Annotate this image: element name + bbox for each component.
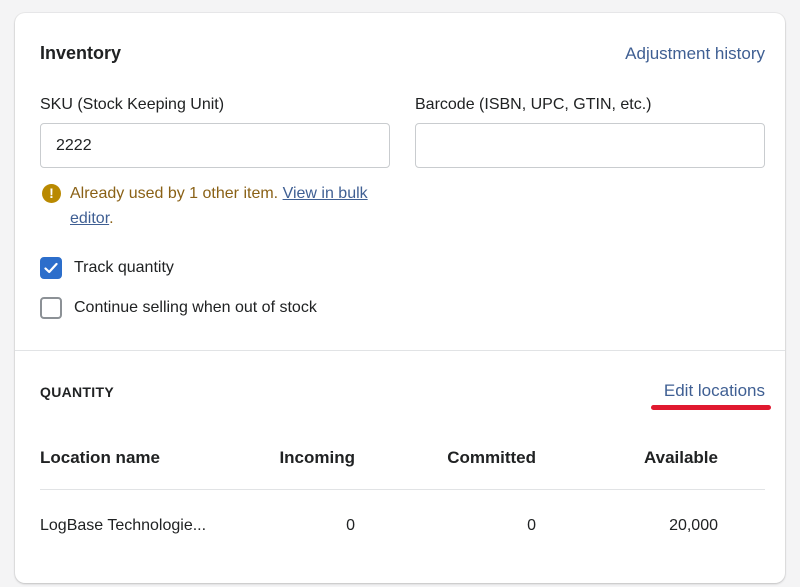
sku-input[interactable] — [40, 123, 390, 168]
column-header-incoming: Incoming — [279, 448, 355, 467]
committed-cell: 0 — [527, 517, 536, 534]
column-header-available: Available — [643, 448, 718, 467]
continue-selling-label: Continue selling when out of stock — [74, 299, 317, 316]
quantity-heading: QUANTITY — [40, 384, 114, 400]
track-quantity-checkbox[interactable] — [40, 257, 62, 279]
location-name-cell: LogBase Technologie... — [40, 517, 207, 534]
column-header-location: Location name — [40, 448, 160, 467]
inventory-card: Inventory Adjustment history SKU (Stock … — [15, 13, 785, 583]
continue-selling-checkbox-row[interactable]: Continue selling when out of stock — [40, 297, 317, 319]
adjustment-history-link[interactable]: Adjustment history — [625, 44, 765, 64]
available-quantity-link[interactable]: 20,000 — [669, 517, 718, 535]
incoming-cell: 0 — [346, 517, 355, 534]
sku-label: SKU (Stock Keeping Unit) — [40, 96, 225, 113]
warning-text: Already used by 1 other item. — [70, 185, 283, 202]
checkmark-icon — [44, 262, 58, 274]
exclamation-circle-icon: ! — [42, 184, 61, 203]
inventory-title: Inventory — [40, 43, 122, 63]
track-quantity-label: Track quantity — [74, 259, 174, 276]
warning-suffix: . — [109, 210, 114, 227]
sku-warning: ! Already used by 1 other item. View in … — [40, 181, 380, 231]
column-header-committed: Committed — [447, 448, 536, 467]
continue-selling-checkbox[interactable] — [40, 297, 62, 319]
annotation-underline — [651, 405, 771, 410]
edit-locations-link[interactable]: Edit locations — [664, 381, 765, 401]
barcode-label: Barcode (ISBN, UPC, GTIN, etc.) — [415, 96, 652, 113]
table-header-divider — [40, 489, 765, 490]
section-divider — [15, 350, 785, 351]
track-quantity-checkbox-row[interactable]: Track quantity — [40, 257, 174, 279]
barcode-input[interactable] — [415, 123, 765, 168]
